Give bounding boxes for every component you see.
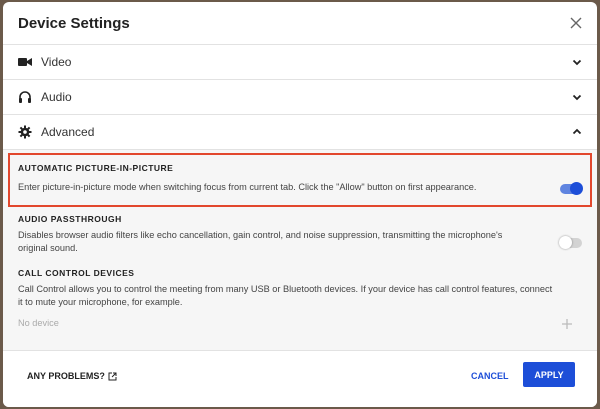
pip-option: AUTOMATIC PICTURE-IN-PICTURE Enter pictu… [18,163,583,194]
passthrough-option: AUDIO PASSTHROUGH Disables browser audio… [18,214,528,255]
headphones-icon [18,90,32,104]
passthrough-description: Disables browser audio filters like echo… [18,230,503,253]
section-advanced[interactable]: Advanced [3,115,597,150]
section-video[interactable]: Video [3,45,597,80]
device-settings-dialog: Device Settings Video Audio Advanced AUT… [3,2,597,407]
pip-toggle[interactable] [560,182,583,195]
any-problems-label: ANY PROBLEMS? [27,371,105,381]
dialog-footer: ANY PROBLEMS? CANCEL APPLY [3,350,597,407]
section-video-label: Video [41,55,72,69]
section-audio[interactable]: Audio [3,80,597,115]
pip-title: AUTOMATIC PICTURE-IN-PICTURE [18,163,174,173]
gear-icon [18,125,32,139]
call-control-option: CALL CONTROL DEVICES Call Control allows… [18,268,553,309]
device-select[interactable]: No device [18,317,59,330]
section-advanced-label: Advanced [41,125,95,139]
close-icon[interactable] [569,16,583,30]
call-control-title: CALL CONTROL DEVICES [18,268,135,278]
dialog-header: Device Settings [3,2,597,45]
call-control-description: Call Control allows you to control the m… [18,284,553,307]
chevron-down-icon [572,94,582,101]
passthrough-title: AUDIO PASSTHROUGH [18,214,122,224]
section-audio-label: Audio [41,90,72,104]
chevron-down-icon [572,59,582,66]
pip-description: Enter picture-in-picture mode when switc… [18,182,477,192]
external-link-icon [108,372,117,380]
any-problems-link[interactable]: ANY PROBLEMS? [27,371,117,381]
cancel-button[interactable]: CANCEL [471,371,509,381]
chevron-up-icon [572,128,582,135]
advanced-panel: AUTOMATIC PICTURE-IN-PICTURE Enter pictu… [3,150,597,356]
toggle-knob [559,236,572,249]
toggle-knob [570,182,583,195]
dialog-title: Device Settings [18,14,130,32]
passthrough-toggle[interactable] [559,236,582,249]
video-camera-icon [18,55,32,69]
plus-icon[interactable] [561,318,573,330]
apply-button[interactable]: APPLY [523,362,575,387]
